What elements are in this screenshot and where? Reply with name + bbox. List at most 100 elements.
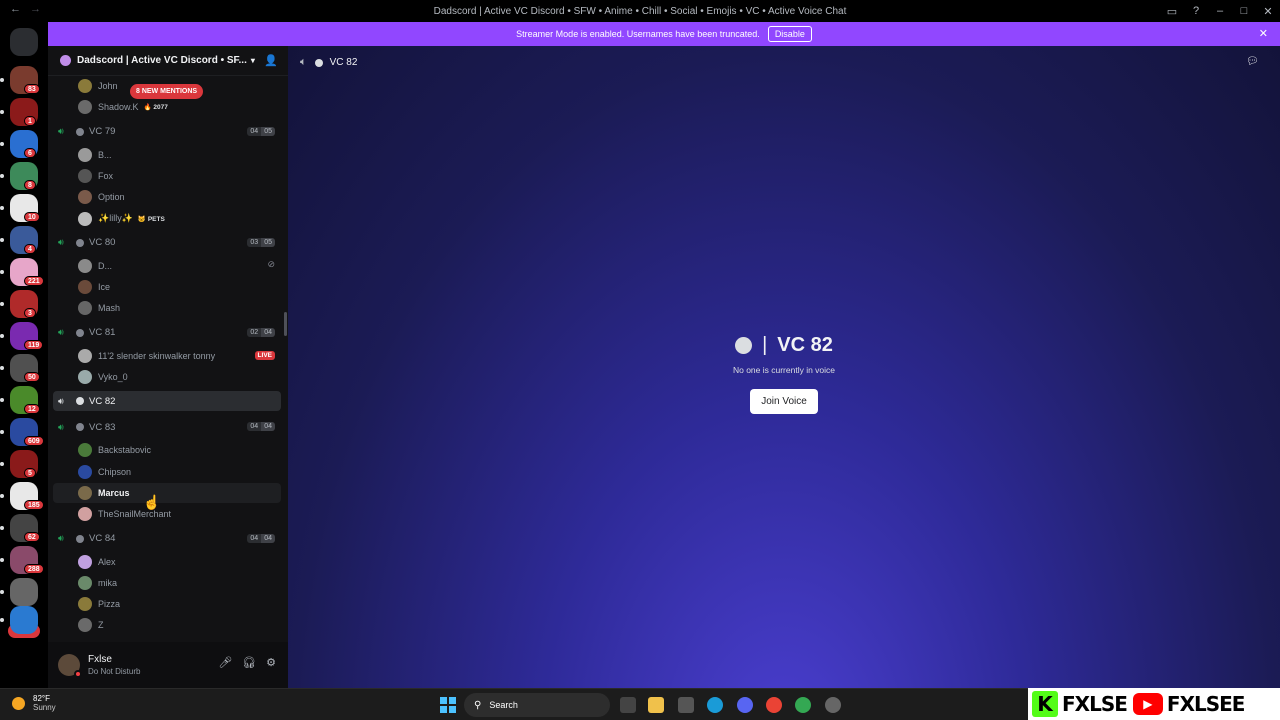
youtube-logo-icon: ▶ bbox=[1132, 693, 1163, 715]
chrome-icon[interactable] bbox=[766, 697, 782, 713]
voice-channel-vc-82[interactable]: 🔊︎ VC 82 bbox=[53, 391, 281, 412]
unread-dot bbox=[0, 206, 4, 210]
user-name: Z bbox=[98, 620, 104, 631]
server-icon[interactable] bbox=[10, 606, 38, 634]
user-count-badge: 03 05 bbox=[247, 237, 275, 247]
voice-user[interactable]: B... bbox=[53, 145, 281, 165]
task-view-icon[interactable] bbox=[620, 697, 636, 713]
mention-badge: 3 bbox=[24, 308, 36, 318]
user-name: Mash bbox=[98, 303, 121, 314]
unread-dot bbox=[0, 590, 4, 594]
voice-user[interactable]: Option bbox=[53, 187, 281, 207]
streamer-brand-overlay: K FXLSE ▶ FXLSEE bbox=[1028, 688, 1280, 720]
file-explorer-icon[interactable] bbox=[648, 697, 664, 713]
voice-user[interactable]: Chipson bbox=[53, 462, 281, 482]
mention-badge: 1 bbox=[24, 116, 36, 126]
close-icon[interactable]: ✕ bbox=[1259, 27, 1268, 40]
user-controls: 🎤︎ 🎧︎ ⚙ bbox=[218, 656, 276, 669]
unread-dot bbox=[0, 174, 4, 178]
store-icon[interactable] bbox=[678, 697, 694, 713]
close-window-button[interactable]: ✕ bbox=[1256, 5, 1280, 18]
unread-dot bbox=[0, 398, 4, 402]
voice-user[interactable]: Mash bbox=[53, 298, 281, 318]
mention-badge: 10 bbox=[24, 212, 40, 222]
voice-user[interactable]: Ice bbox=[53, 277, 281, 297]
voice-channel-vc-80[interactable]: 🔊︎ VC 80 03 05 bbox=[53, 233, 281, 253]
mention-badge: 119 bbox=[24, 340, 44, 350]
user-name: John bbox=[98, 81, 118, 91]
user-name: D... bbox=[98, 260, 113, 271]
voice-user[interactable]: Vyko_0 bbox=[53, 367, 281, 387]
channel-list: John Shadow.K 🔥 2077 🔊︎ VC 79 04 05 B... Fox Opti… bbox=[48, 76, 288, 642]
taskbar-search[interactable]: ⚲ Search bbox=[464, 693, 610, 717]
app-icon[interactable] bbox=[825, 697, 841, 713]
unread-dot bbox=[0, 618, 4, 622]
forward-arrow-icon[interactable]: → bbox=[30, 3, 41, 15]
settings-gear-icon[interactable]: ⚙ bbox=[266, 656, 276, 669]
voice-user[interactable]: Z bbox=[53, 615, 281, 635]
voice-user[interactable]: Shadow.K 🔥 2077 bbox=[53, 97, 281, 117]
maximize-button[interactable]: □ bbox=[1232, 5, 1256, 17]
voice-channel-vc-83[interactable]: 🔊︎ VC 83 04 04 bbox=[53, 417, 281, 437]
avatar[interactable] bbox=[58, 654, 82, 678]
voice-channel-vc-84[interactable]: 🔊︎ VC 84 04 04 bbox=[53, 529, 281, 549]
user-name: Backstabovic bbox=[98, 445, 152, 456]
edge-browser-icon[interactable] bbox=[707, 697, 723, 713]
weather-condition: Sunny bbox=[33, 703, 56, 712]
minimize-button[interactable]: – bbox=[1208, 5, 1232, 17]
avatar bbox=[78, 79, 92, 93]
avatar bbox=[78, 348, 92, 363]
user-panel: Fxlse Do Not Disturb 🎤︎ 🎧︎ ⚙ bbox=[48, 642, 288, 688]
user-count-badge: 02 04 bbox=[247, 327, 275, 337]
server-icon[interactable] bbox=[10, 578, 38, 606]
windows-start-icon[interactable] bbox=[440, 697, 456, 713]
scrollbar[interactable] bbox=[284, 312, 287, 336]
back-arrow-icon[interactable]: ← bbox=[10, 3, 21, 15]
streamer-mode-banner: Streamer Mode is enabled. Usernames have… bbox=[48, 22, 1280, 46]
voice-user[interactable]: 11'2 slender skinwalker tonny LIVE bbox=[53, 346, 281, 366]
headphones-icon[interactable]: 🎧︎ bbox=[242, 656, 256, 669]
help-icon[interactable]: ? bbox=[1184, 5, 1208, 17]
voice-user[interactable]: Backstabovic bbox=[53, 440, 281, 460]
mouse-cursor-icon: ☝ bbox=[143, 494, 161, 510]
search-icon: ⚲ bbox=[474, 699, 482, 711]
channel-name: VC 83 bbox=[89, 421, 116, 433]
voice-channel-vc-79[interactable]: 🔊︎ VC 79 04 05 bbox=[53, 122, 281, 142]
add-member-icon[interactable]: 👤 bbox=[264, 54, 278, 67]
voice-user[interactable]: TheSnailMerchant bbox=[53, 504, 281, 524]
unread-dot bbox=[0, 430, 4, 434]
voice-user[interactable]: mika bbox=[53, 573, 281, 593]
mention-badge: 288 bbox=[24, 564, 44, 574]
window-title: Dadscord | Active VC Discord • SFW • Ani… bbox=[433, 5, 847, 17]
disable-streamer-mode-button[interactable]: Disable bbox=[767, 26, 812, 42]
voice-user[interactable]: Fox bbox=[53, 166, 281, 186]
window-controls: ▭ ? – □ ✕ bbox=[1160, 0, 1280, 22]
voice-channel-vc-81[interactable]: 🔊︎ VC 81 02 04 bbox=[53, 323, 281, 343]
chat-bubble-icon[interactable]: 💬︎ bbox=[1246, 56, 1259, 67]
microphone-icon[interactable]: 🎤︎ bbox=[218, 656, 232, 669]
avatar bbox=[78, 190, 92, 205]
discord-home-icon[interactable] bbox=[10, 28, 38, 56]
new-mentions-pill[interactable]: 8 NEW MENTIONS bbox=[130, 84, 204, 99]
unread-dot bbox=[0, 526, 4, 530]
weather-temp: 82°F bbox=[33, 694, 50, 703]
voice-user[interactable]: Pizza bbox=[53, 594, 281, 614]
speaker-icon: 🔊︎ bbox=[58, 533, 64, 543]
server-header[interactable]: Dadscord | Active VC Discord • SF... ▾ 👤 bbox=[48, 46, 288, 76]
chrome-profile-icon[interactable] bbox=[795, 697, 811, 713]
join-voice-button[interactable]: Join Voice bbox=[750, 389, 818, 414]
weather-widget[interactable]: 82°F Sunny bbox=[12, 694, 56, 712]
voice-user[interactable]: D... ⊘ bbox=[53, 256, 281, 276]
avatar bbox=[78, 370, 92, 384]
empty-voice-text: No one is currently in voice bbox=[732, 365, 836, 375]
channel-status-icon bbox=[76, 238, 84, 247]
discord-app-icon[interactable] bbox=[737, 697, 753, 713]
voice-channel-title: | VC 82 bbox=[735, 334, 833, 357]
user-name: Fox bbox=[98, 170, 114, 181]
user-name: 11'2 slender skinwalker tonny bbox=[98, 350, 216, 361]
voice-user[interactable]: Alex bbox=[53, 552, 281, 572]
avatar bbox=[78, 597, 92, 612]
voice-user[interactable]: ✨lilly✨ 🐱 PETS bbox=[53, 209, 281, 229]
inbox-icon[interactable]: ▭ bbox=[1160, 5, 1184, 18]
voice-user[interactable]: Marcus bbox=[53, 482, 281, 503]
